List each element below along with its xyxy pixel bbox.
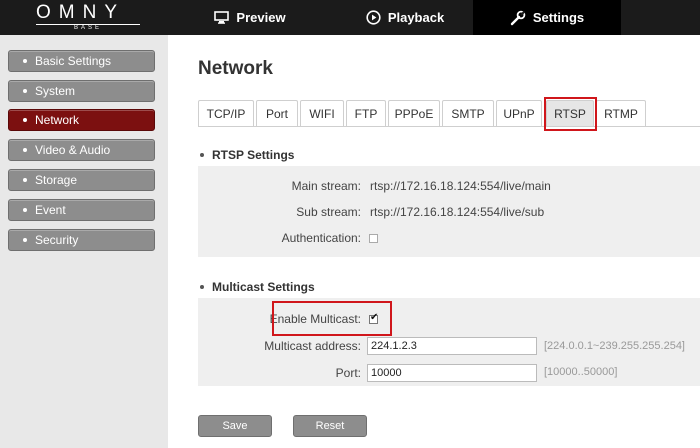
sidebar-item-label: Video & Audio [35,143,111,157]
bullet-icon [23,89,27,93]
sidebar-item-label: Security [35,233,79,247]
nav-preview-label: Preview [236,10,286,25]
rtsp-section-heading: RTSP Settings [200,148,294,162]
sidebar-item-video-audio[interactable]: Video & Audio [8,139,155,161]
tab-upnp[interactable]: UPnP [496,100,542,126]
main-stream-label: Main stream: [291,179,361,193]
monitor-icon [214,11,230,24]
bullet-icon [23,178,27,182]
nav-playback-label: Playback [387,10,445,25]
sidebar-item-network[interactable]: Network [8,109,155,131]
wrench-icon [510,10,526,26]
brand-name: OMNY [36,2,125,23]
top-bar: OMNY BASE Preview Playback Settings [0,0,700,35]
page-title: Network [198,58,273,79]
sub-stream-label: Sub stream: [296,205,361,219]
authentication-label: Authentication: [281,231,361,245]
port-input[interactable] [367,364,537,382]
tab-wifi[interactable]: WIFI [300,100,344,126]
sidebar: Basic Settings System Network Video & Au… [0,35,168,448]
reset-button[interactable]: Reset [293,415,367,437]
tab-port[interactable]: Port [256,100,298,126]
rtsp-tab-highlight [544,97,597,131]
sidebar-item-system[interactable]: System [8,80,155,102]
tab-divider [198,126,700,127]
bullet-icon [23,208,27,212]
sidebar-item-label: System [35,84,76,98]
multicast-address-label: Multicast address: [264,339,361,353]
nav-settings[interactable]: Settings [473,0,621,35]
sidebar-item-basic-settings[interactable]: Basic Settings [8,50,155,72]
save-button[interactable]: Save [198,415,272,437]
port-hint: [10000..50000] [544,366,618,378]
nav-playback[interactable]: Playback [350,0,460,35]
nav-preview[interactable]: Preview [200,0,300,35]
tab-ftp[interactable]: FTP [346,100,386,126]
rtsp-heading-text: RTSP Settings [212,148,295,162]
play-circle-icon [366,10,381,25]
bullet-icon [200,285,204,289]
port-label: Port: [335,366,361,380]
nav-settings-label: Settings [532,10,585,25]
sidebar-item-label: Network [35,113,80,127]
sidebar-item-label: Basic Settings [35,54,112,68]
multicast-heading-text: Multicast Settings [212,280,315,294]
bullet-icon [23,238,27,242]
multicast-address-hint: [224.0.0.1~239.255.255.254] [544,340,685,352]
main-stream-value: rtsp://172.16.18.124:554/live/main [370,179,551,193]
bullet-icon [200,153,204,157]
tab-pppoe[interactable]: PPPoE [388,100,440,126]
sidebar-item-storage[interactable]: Storage [8,169,155,191]
sidebar-item-label: Event [35,203,66,217]
authentication-checkbox[interactable] [369,234,378,243]
multicast-address-input[interactable] [367,337,537,355]
bullet-icon [23,118,27,122]
multicast-section-heading: Multicast Settings [200,280,315,294]
multicast-highlight [272,301,392,336]
bullet-icon [23,59,27,63]
sidebar-item-label: Storage [35,173,78,187]
bullet-icon [23,148,27,152]
tab-smtp[interactable]: SMTP [442,100,494,126]
sub-stream-value: rtsp://172.16.18.124:554/live/sub [370,205,545,219]
sidebar-item-event[interactable]: Event [8,199,155,221]
tab-tcpip[interactable]: TCP/IP [198,100,254,126]
brand-subtitle: BASE [36,24,140,32]
tab-rtmp[interactable]: RTMP [596,100,646,126]
sidebar-item-security[interactable]: Security [8,229,155,251]
brand-logo: OMNY BASE [0,0,168,35]
